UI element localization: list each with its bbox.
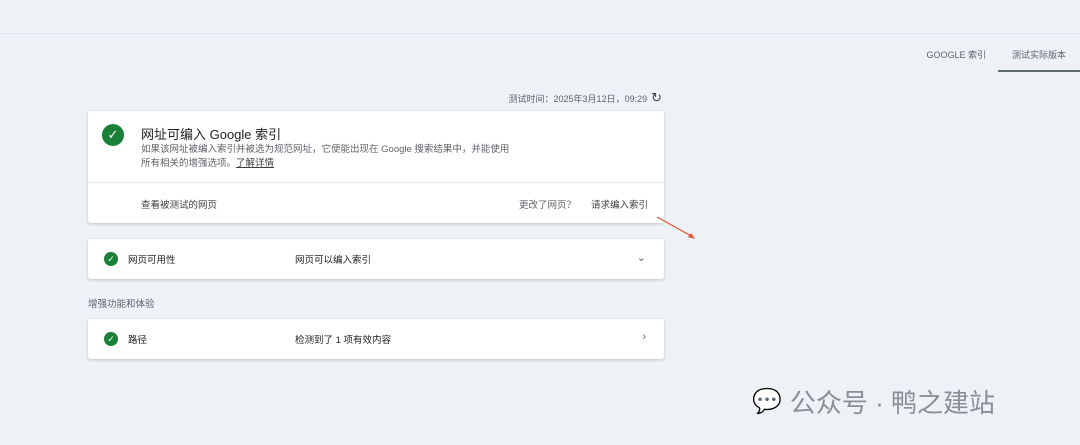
section-heading: 增强功能和体验 bbox=[88, 299, 155, 310]
wechat-icon: 💬 bbox=[752, 388, 782, 415]
availability-value: 网页可以编入索引 bbox=[295, 255, 372, 266]
watermark-text: 公众号 · 鸭之建站 bbox=[789, 388, 995, 418]
breadcrumbs-label: 路径 bbox=[128, 335, 148, 346]
check-icon: ✓ bbox=[104, 252, 118, 266]
watermark: 💬 公众号 · 鸭之建站 bbox=[752, 383, 995, 420]
tab-google-index[interactable]: GOOGLE 索引 bbox=[914, 40, 998, 72]
desc-text: 如果该网址被编入索引并被选为规范网址，它便能出现在 Google 搜索结果中，并… bbox=[141, 144, 510, 169]
learn-more-link[interactable]: 了解详情 bbox=[236, 158, 274, 169]
chevron-down-icon[interactable]: ⌄ bbox=[637, 251, 646, 264]
top-bar bbox=[0, 0, 1080, 34]
tabs: GOOGLE 索引 测试实际版本 bbox=[914, 40, 1080, 102]
refresh-icon[interactable]: ↻ bbox=[651, 90, 662, 106]
divider bbox=[88, 182, 664, 183]
tab-live-test[interactable]: 测试实际版本 bbox=[997, 40, 1080, 72]
result-card: ✓ 网址可编入 Google 索引 如果该网址被编入索引并被选为规范网址，它便能… bbox=[88, 111, 664, 223]
chevron-right-icon[interactable]: › bbox=[642, 331, 646, 343]
view-tested-page-button[interactable]: 查看被测试的网页 bbox=[141, 197, 217, 211]
availability-label: 网页可用性 bbox=[128, 255, 176, 266]
breadcrumbs-row[interactable]: ✓ 路径 检测到了 1 项有效内容 › bbox=[88, 319, 664, 359]
test-timestamp: 测试时间：2025年3月12日，09:29 ↻ bbox=[509, 90, 662, 106]
timestamp-text: 测试时间：2025年3月12日，09:29 bbox=[508, 93, 648, 104]
page-availability-row[interactable]: ✓ 网页可用性 网页可以编入索引 ⌄ bbox=[88, 239, 664, 279]
result-title: 网址可编入 Google 索引 bbox=[141, 127, 282, 142]
result-description: 如果该网址被编入索引并被选为规范网址，它便能出现在 Google 搜索结果中，并… bbox=[141, 143, 511, 171]
breadcrumbs-value: 检测到了 1 项有效内容 bbox=[295, 335, 392, 346]
page-changed-text: 更改了网页？ bbox=[518, 200, 576, 211]
request-indexing-button[interactable]: 请求编入索引 bbox=[591, 197, 648, 211]
check-icon: ✓ bbox=[104, 332, 118, 346]
check-icon: ✓ bbox=[102, 124, 124, 146]
